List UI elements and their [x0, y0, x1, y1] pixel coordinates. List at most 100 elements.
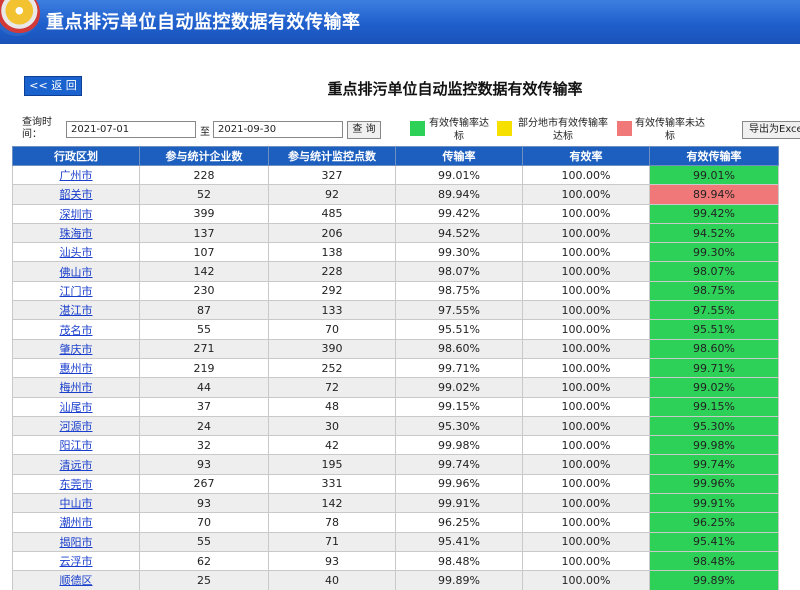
region-link[interactable]: 河源市: [60, 420, 93, 433]
effective-rate-cell: 98.60%: [649, 338, 779, 359]
effective-rate-cell: 99.91%: [649, 493, 779, 514]
transmission-cell: 99.15%: [395, 396, 523, 417]
column-header: 参与统计企业数: [139, 146, 269, 166]
transmission-cell: 95.51%: [395, 319, 523, 340]
effective-rate-cell: 89.94%: [649, 184, 779, 205]
points-cell: 48: [268, 396, 396, 417]
region-link[interactable]: 广州市: [60, 169, 93, 182]
companies-cell: 93: [139, 454, 269, 475]
end-date-input[interactable]: [213, 121, 343, 138]
transmission-cell: 96.25%: [395, 512, 523, 533]
legend-swatch-bad: [617, 121, 632, 136]
region-cell: 清远市: [12, 454, 140, 475]
validity-cell: 100.00%: [522, 338, 650, 359]
region-cell: 东莞市: [12, 473, 140, 495]
transmission-cell: 99.89%: [395, 570, 523, 590]
region-link[interactable]: 顺德区: [60, 574, 93, 587]
points-cell: 42: [268, 435, 396, 456]
table-row: 佛山市 142 228 98.07% 100.00% 98.07%: [12, 261, 779, 282]
effective-rate-cell: 98.75%: [649, 280, 779, 302]
table-row: 珠海市 137 206 94.52% 100.00% 94.52%: [12, 222, 779, 244]
region-link[interactable]: 湛江市: [60, 304, 93, 317]
region-link[interactable]: 揭阳市: [60, 536, 93, 549]
legend-swatch-partial: [497, 121, 512, 136]
effective-rate-cell: 97.55%: [649, 300, 779, 321]
legend-label-bad: 有效传输率未达标: [635, 118, 705, 142]
start-date-input[interactable]: [66, 121, 196, 138]
region-link[interactable]: 汕尾市: [60, 401, 93, 414]
validity-cell: 100.00%: [522, 222, 650, 244]
points-cell: 292: [268, 280, 396, 302]
region-link[interactable]: 珠海市: [60, 227, 93, 240]
column-header: 传输率: [395, 146, 523, 166]
region-link[interactable]: 云浮市: [60, 555, 93, 568]
region-cell: 惠州市: [12, 357, 140, 379]
region-link[interactable]: 韶关市: [60, 188, 93, 201]
region-link[interactable]: 江门市: [60, 285, 93, 298]
region-link[interactable]: 清远市: [60, 459, 93, 472]
region-cell: 韶关市: [12, 184, 140, 205]
validity-cell: 100.00%: [522, 261, 650, 282]
region-cell: 河源市: [12, 415, 140, 437]
region-cell: 江门市: [12, 280, 140, 302]
column-header: 有效率: [522, 146, 650, 166]
region-link[interactable]: 梅州市: [60, 381, 93, 394]
transmission-cell: 99.01%: [395, 164, 523, 186]
effective-rate-cell: 99.89%: [649, 570, 779, 590]
column-header: 行政区划: [12, 146, 140, 166]
region-link[interactable]: 佛山市: [60, 266, 93, 279]
region-cell: 深圳市: [12, 203, 140, 224]
validity-cell: 100.00%: [522, 300, 650, 321]
validity-cell: 100.00%: [522, 435, 650, 456]
effective-rate-cell: 99.42%: [649, 203, 779, 224]
companies-cell: 142: [139, 261, 269, 282]
transmission-cell: 98.07%: [395, 261, 523, 282]
validity-cell: 100.00%: [522, 319, 650, 340]
points-cell: 331: [268, 473, 396, 495]
region-link[interactable]: 惠州市: [60, 362, 93, 375]
effective-rate-cell: 95.30%: [649, 415, 779, 437]
companies-cell: 137: [139, 222, 269, 244]
region-link[interactable]: 阳江市: [60, 439, 93, 452]
companies-cell: 55: [139, 319, 269, 340]
region-link[interactable]: 茂名市: [60, 324, 93, 337]
companies-cell: 52: [139, 184, 269, 205]
region-link[interactable]: 汕头市: [60, 246, 93, 259]
region-cell: 中山市: [12, 493, 140, 514]
companies-cell: 62: [139, 550, 269, 572]
region-link[interactable]: 中山市: [60, 497, 93, 510]
legend-swatch-good: [410, 121, 425, 136]
region-link[interactable]: 东莞市: [60, 478, 93, 491]
companies-cell: 55: [139, 531, 269, 552]
companies-cell: 271: [139, 338, 269, 359]
transmission-cell: 99.30%: [395, 242, 523, 263]
effective-rate-cell: 95.41%: [649, 531, 779, 552]
query-button[interactable]: 查 询: [347, 121, 381, 139]
export-excel-button[interactable]: 导出为Excel: [742, 121, 800, 139]
effective-rate-cell: 96.25%: [649, 512, 779, 533]
transmission-cell: 89.94%: [395, 184, 523, 205]
companies-cell: 267: [139, 473, 269, 495]
region-cell: 云浮市: [12, 550, 140, 572]
region-cell: 肇庆市: [12, 338, 140, 359]
effective-rate-cell: 99.01%: [649, 164, 779, 186]
table-row: 湛江市 87 133 97.55% 100.00% 97.55%: [12, 300, 779, 321]
logo-icon: [0, 0, 40, 36]
region-cell: 顺德区: [12, 570, 140, 590]
table-row: 梅州市 44 72 99.02% 100.00% 99.02%: [12, 377, 779, 398]
region-link[interactable]: 潮州市: [60, 516, 93, 529]
companies-cell: 107: [139, 242, 269, 263]
companies-cell: 37: [139, 396, 269, 417]
companies-cell: 228: [139, 164, 269, 186]
region-link[interactable]: 肇庆市: [60, 343, 93, 356]
region-cell: 汕尾市: [12, 396, 140, 417]
companies-cell: 87: [139, 300, 269, 321]
points-cell: 390: [268, 338, 396, 359]
table-row: 江门市 230 292 98.75% 100.00% 98.75%: [12, 280, 779, 302]
table-row: 河源市 24 30 95.30% 100.00% 95.30%: [12, 415, 779, 437]
region-cell: 广州市: [12, 164, 140, 186]
transmission-cell: 99.71%: [395, 357, 523, 379]
table-row: 东莞市 267 331 99.96% 100.00% 99.96%: [12, 473, 779, 495]
region-link[interactable]: 深圳市: [60, 208, 93, 221]
legend-label-good: 有效传输率达标: [429, 118, 489, 142]
